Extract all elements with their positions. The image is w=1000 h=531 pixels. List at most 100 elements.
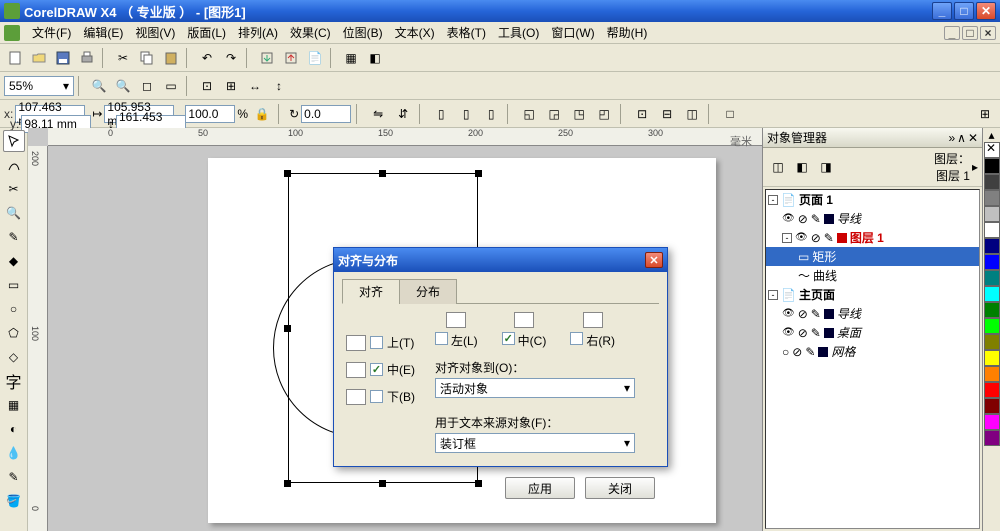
mirror-v-button[interactable]: ⇵ bbox=[392, 103, 414, 125]
cut-button[interactable]: ✂ bbox=[112, 47, 134, 69]
smart-fill-tool[interactable]: ◆ bbox=[3, 250, 25, 272]
export-button[interactable] bbox=[280, 47, 302, 69]
dock-close-icon[interactable]: ✕ bbox=[968, 131, 978, 145]
zoom-page-button[interactable]: ▭ bbox=[160, 75, 182, 97]
no-color-swatch[interactable] bbox=[984, 142, 1000, 158]
eyedropper-tool[interactable]: 💧 bbox=[3, 442, 25, 464]
align-right-button[interactable]: ▯ bbox=[480, 103, 502, 125]
handle-tl[interactable] bbox=[284, 170, 291, 177]
handle-tr[interactable] bbox=[475, 170, 482, 177]
align-center-button[interactable]: ▯ bbox=[455, 103, 477, 125]
import-button[interactable] bbox=[256, 47, 278, 69]
layer-menu-icon[interactable]: ▸ bbox=[972, 160, 978, 174]
menu-view[interactable]: 视图(V) bbox=[129, 22, 181, 43]
menu-table[interactable]: 表格(T) bbox=[441, 22, 492, 43]
grid-node[interactable]: 网格 bbox=[831, 343, 855, 360]
dialog-close-button[interactable]: ✕ bbox=[645, 252, 663, 268]
tab-align[interactable]: 对齐 bbox=[342, 279, 400, 304]
publish-button[interactable]: 📄 bbox=[304, 47, 326, 69]
layer-tree[interactable]: -📄页面 1 👁⊘✎导线 -👁⊘✎图层 1 ▭矩形 ～曲线 -📄主页面 👁⊘✎导… bbox=[765, 189, 980, 529]
crop-tool[interactable]: ✂ bbox=[3, 178, 25, 200]
paste-button[interactable] bbox=[160, 47, 182, 69]
color-swatch[interactable] bbox=[984, 190, 1000, 206]
copy-button[interactable] bbox=[136, 47, 158, 69]
apply-button[interactable]: 应用 bbox=[505, 477, 575, 499]
handle-ml[interactable] bbox=[284, 325, 291, 332]
maximize-button[interactable]: □ bbox=[954, 2, 974, 20]
combine-button[interactable]: ◫ bbox=[681, 103, 703, 125]
app-launcher-button[interactable]: ▦ bbox=[340, 47, 362, 69]
align-left-check[interactable] bbox=[435, 332, 448, 345]
new-button[interactable] bbox=[4, 47, 26, 69]
color-swatch[interactable] bbox=[984, 238, 1000, 254]
handle-bl[interactable] bbox=[284, 480, 291, 487]
zoom-select[interactable]: 55%▾ bbox=[4, 76, 74, 96]
color-swatch[interactable] bbox=[984, 430, 1000, 446]
color-swatch[interactable] bbox=[984, 174, 1000, 190]
dock-expand-icon[interactable]: » bbox=[948, 131, 955, 145]
guides2-node[interactable]: 导线 bbox=[837, 305, 861, 322]
redo-button[interactable]: ↷ bbox=[220, 47, 242, 69]
color-swatch[interactable] bbox=[984, 254, 1000, 270]
ungroup-button[interactable]: ⊟ bbox=[656, 103, 678, 125]
color-swatch[interactable] bbox=[984, 350, 1000, 366]
menu-tools[interactable]: 工具(O) bbox=[492, 22, 545, 43]
curve-node[interactable]: 曲线 bbox=[813, 267, 837, 284]
color-swatch[interactable] bbox=[984, 270, 1000, 286]
color-swatch[interactable] bbox=[984, 158, 1000, 174]
rect-node[interactable]: 矩形 bbox=[812, 248, 836, 265]
zoom-tool[interactable]: 🔍 bbox=[3, 202, 25, 224]
to-back-button[interactable]: ◲ bbox=[543, 103, 565, 125]
menu-layout[interactable]: 版面(L) bbox=[181, 22, 232, 43]
align-top-check[interactable] bbox=[370, 336, 383, 349]
options-button[interactable]: ⊞ bbox=[974, 103, 996, 125]
minimize-button[interactable]: _ bbox=[932, 2, 952, 20]
palette-up-icon[interactable]: ▴ bbox=[983, 128, 1000, 142]
open-button[interactable] bbox=[28, 47, 50, 69]
color-swatch[interactable] bbox=[984, 318, 1000, 334]
collapse-icon[interactable]: - bbox=[768, 290, 778, 300]
align-middle-check[interactable] bbox=[370, 363, 383, 376]
color-swatch[interactable] bbox=[984, 398, 1000, 414]
outline-tool[interactable]: ✎ bbox=[3, 466, 25, 488]
outline-button[interactable]: □ bbox=[719, 103, 741, 125]
menu-arrange[interactable]: 排列(A) bbox=[232, 22, 284, 43]
desktop-node[interactable]: 桌面 bbox=[837, 324, 861, 341]
mirror-h-button[interactable]: ⇋ bbox=[367, 103, 389, 125]
collapse-icon[interactable]: - bbox=[768, 195, 778, 205]
freehand-tool[interactable]: ✎ bbox=[3, 226, 25, 248]
close-dialog-button[interactable]: 关闭 bbox=[585, 477, 655, 499]
print-button[interactable] bbox=[76, 47, 98, 69]
menu-edit[interactable]: 编辑(E) bbox=[77, 22, 129, 43]
align-bottom-check[interactable] bbox=[370, 390, 383, 403]
group-button[interactable]: ⊡ bbox=[631, 103, 653, 125]
shape-tool[interactable] bbox=[3, 154, 25, 176]
to-front-button[interactable]: ◱ bbox=[518, 103, 540, 125]
welcome-button[interactable]: ◧ bbox=[364, 47, 386, 69]
align-center-check[interactable] bbox=[502, 332, 515, 345]
layer1-node[interactable]: 图层 1 bbox=[850, 229, 884, 246]
color-swatch[interactable] bbox=[984, 302, 1000, 318]
rotation-input[interactable]: 0.0 bbox=[301, 105, 351, 123]
align-to-combo[interactable]: 活动对象▾ bbox=[435, 378, 635, 398]
zoom-fit-button[interactable]: ◻ bbox=[136, 75, 158, 97]
align-left-button[interactable]: ▯ bbox=[430, 103, 452, 125]
page-node[interactable]: 页面 1 bbox=[799, 191, 833, 208]
scale-x-input[interactable]: 100.0 bbox=[185, 105, 235, 123]
tab-distribute[interactable]: 分布 bbox=[399, 279, 457, 304]
pick-tool[interactable] bbox=[3, 130, 25, 152]
menu-help[interactable]: 帮助(H) bbox=[601, 22, 654, 43]
zoom-all-button[interactable]: ⊡ bbox=[196, 75, 218, 97]
menu-file[interactable]: 文件(F) bbox=[26, 22, 77, 43]
dialog-titlebar[interactable]: 对齐与分布 ✕ bbox=[334, 248, 667, 272]
undo-button[interactable]: ↶ bbox=[196, 47, 218, 69]
zoom-in-button[interactable]: 🔍 bbox=[88, 75, 110, 97]
collapse-icon[interactable]: - bbox=[782, 233, 792, 243]
menu-window[interactable]: 窗口(W) bbox=[545, 22, 600, 43]
color-swatch[interactable] bbox=[984, 334, 1000, 350]
forward-button[interactable]: ◳ bbox=[568, 103, 590, 125]
table-tool[interactable]: ▦ bbox=[3, 394, 25, 416]
guides-node[interactable]: 导线 bbox=[837, 210, 861, 227]
text-source-combo[interactable]: 装订框▾ bbox=[435, 433, 635, 453]
backward-button[interactable]: ◰ bbox=[593, 103, 615, 125]
